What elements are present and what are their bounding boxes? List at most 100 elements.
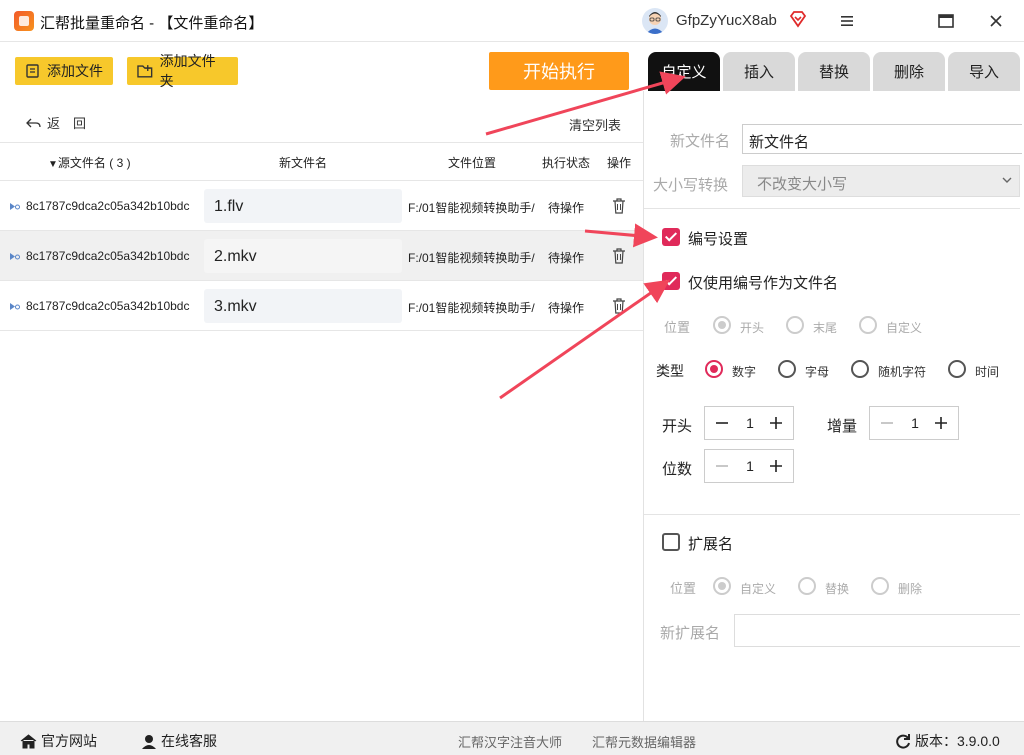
start-button[interactable]: 开始执行	[489, 52, 629, 90]
type-time-label: 时间	[975, 365, 1000, 379]
plus-icon[interactable]	[932, 414, 950, 432]
support-link[interactable]: 在线客服	[141, 731, 217, 751]
type-letter-radio[interactable]	[778, 360, 796, 378]
new-filename-input[interactable]: 新文件名	[742, 124, 1022, 154]
sort-desc-icon: ▼	[48, 159, 58, 170]
type-random-radio[interactable]	[851, 360, 869, 378]
divider	[644, 514, 1020, 515]
digits-stepper[interactable]: 1	[704, 449, 794, 483]
home-icon	[20, 733, 37, 748]
add-folder-button[interactable]: 添加文件夹	[127, 53, 238, 89]
version-info[interactable]: 版本：3.9.0.0	[895, 731, 1000, 751]
tab-replace[interactable]: 替换	[798, 52, 870, 91]
new-filename-label: 新文件名	[670, 133, 731, 150]
start-label: 开头	[662, 418, 693, 435]
ext-custom-radio[interactable]	[713, 577, 731, 595]
source-filename: 8c1787c9dca2c05a342b10bdc	[26, 249, 190, 263]
type-label: 类型	[656, 363, 684, 379]
vip-diamond-icon[interactable]	[789, 10, 807, 28]
header-source[interactable]: ▼源文件名 ( 3 )	[48, 154, 131, 171]
position-custom-radio[interactable]	[859, 316, 877, 334]
increment-stepper[interactable]: 1	[869, 406, 959, 440]
maximize-icon[interactable]	[935, 10, 957, 32]
ext-replace-radio[interactable]	[798, 577, 816, 595]
tab-custom[interactable]: 自定义	[648, 52, 720, 91]
clear-list-button[interactable]: 清空列表	[569, 115, 621, 134]
refresh-icon	[896, 734, 910, 749]
header-new-name: 新文件名	[279, 156, 328, 170]
user-name[interactable]: GfpZyYucX8ab	[676, 12, 777, 29]
extension-checkbox[interactable]	[662, 533, 680, 551]
case-select[interactable]: 不改变大小写	[742, 165, 1020, 197]
back-label: 返 回	[47, 116, 87, 131]
digits-value: 1	[746, 458, 754, 474]
position-start-radio[interactable]	[713, 316, 731, 334]
plus-icon[interactable]	[767, 457, 785, 475]
table-row[interactable]: 8c1787c9dca2c05a342b10bdc 2.mkv F:/01智能视…	[0, 231, 643, 281]
header-action: 操作	[607, 156, 632, 170]
menu-icon[interactable]	[836, 10, 858, 32]
table-row[interactable]: 8c1787c9dca2c05a342b10bdc 3.mkv F:/01智能视…	[0, 281, 643, 331]
ext-delete-label: 删除	[898, 582, 923, 596]
type-number-radio[interactable]	[705, 360, 723, 378]
ext-replace-label: 替换	[825, 582, 850, 596]
position-end-radio[interactable]	[786, 316, 804, 334]
tab-import[interactable]: 导入	[948, 52, 1020, 91]
source-filename: 8c1787c9dca2c05a342b10bdc	[26, 199, 190, 213]
new-filename-cell[interactable]: 3.mkv	[204, 289, 402, 323]
metadata-app-link[interactable]: 汇帮元数据编辑器	[592, 732, 696, 751]
numbering-label: 编号设置	[688, 231, 749, 248]
numbering-checkbox[interactable]	[662, 228, 680, 246]
video-file-icon	[10, 203, 20, 210]
minus-icon[interactable]	[878, 414, 896, 432]
chevron-down-icon	[1002, 177, 1012, 183]
close-icon[interactable]	[985, 10, 1007, 32]
only-number-checkbox[interactable]	[662, 272, 680, 290]
start-stepper[interactable]: 1	[704, 406, 794, 440]
extension-label: 扩展名	[688, 536, 734, 553]
version-label: 版本：3.9.0.0	[915, 733, 1000, 749]
type-time-radio[interactable]	[948, 360, 966, 378]
delete-icon[interactable]	[612, 298, 626, 314]
back-button[interactable]: 返 回	[26, 113, 86, 132]
plus-icon[interactable]	[767, 414, 785, 432]
position-label: 位置	[664, 320, 691, 335]
delete-icon[interactable]	[612, 248, 626, 264]
minus-icon[interactable]	[713, 414, 731, 432]
delete-icon[interactable]	[612, 198, 626, 214]
user-avatar[interactable]	[642, 8, 668, 34]
video-file-icon	[10, 253, 20, 260]
add-file-button[interactable]: 添加文件	[15, 57, 113, 85]
new-filename-cell[interactable]: 2.mkv	[204, 239, 402, 273]
position-start-label: 开头	[740, 321, 765, 335]
ext-delete-radio[interactable]	[871, 577, 889, 595]
file-location: F:/01智能视频转换助手/	[408, 201, 535, 215]
table-row[interactable]: 8c1787c9dca2c05a342b10bdc 1.flv F:/01智能视…	[0, 181, 643, 231]
new-ext-input[interactable]	[734, 614, 1020, 647]
new-filename-cell[interactable]: 1.flv	[204, 189, 402, 223]
divider	[644, 208, 1020, 209]
tab-delete[interactable]: 删除	[873, 52, 945, 91]
increment-value: 1	[911, 415, 919, 431]
ext-custom-label: 自定义	[740, 582, 777, 596]
case-label: 大小写转换	[653, 177, 729, 194]
pinyin-app-link[interactable]: 汇帮汉字注音大师	[458, 732, 562, 751]
footer: 官方网站 在线客服 汇帮汉字注音大师 汇帮元数据编辑器 版本：3.9.0.0	[0, 721, 1024, 755]
ext-position-label: 位置	[670, 581, 697, 596]
video-file-icon	[10, 303, 20, 310]
position-end-label: 末尾	[813, 321, 838, 335]
only-number-label: 仅使用编号作为文件名	[688, 275, 839, 292]
source-filename: 8c1787c9dca2c05a342b10bdc	[26, 299, 190, 313]
add-file-label: 添加文件	[47, 63, 103, 79]
minus-icon[interactable]	[713, 457, 731, 475]
table-header: ▼源文件名 ( 3 ) 新文件名 文件位置 执行状态 操作	[0, 142, 643, 181]
support-label: 在线客服	[161, 733, 217, 749]
support-icon	[142, 734, 156, 749]
type-letter-label: 字母	[805, 365, 830, 379]
new-ext-label: 新扩展名	[660, 625, 721, 642]
app-logo-icon	[14, 11, 34, 31]
website-link[interactable]: 官方网站	[20, 731, 97, 751]
status-text: 待操作	[548, 301, 585, 315]
tab-insert[interactable]: 插入	[723, 52, 795, 91]
add-folder-label: 添加文件夹	[159, 53, 216, 89]
